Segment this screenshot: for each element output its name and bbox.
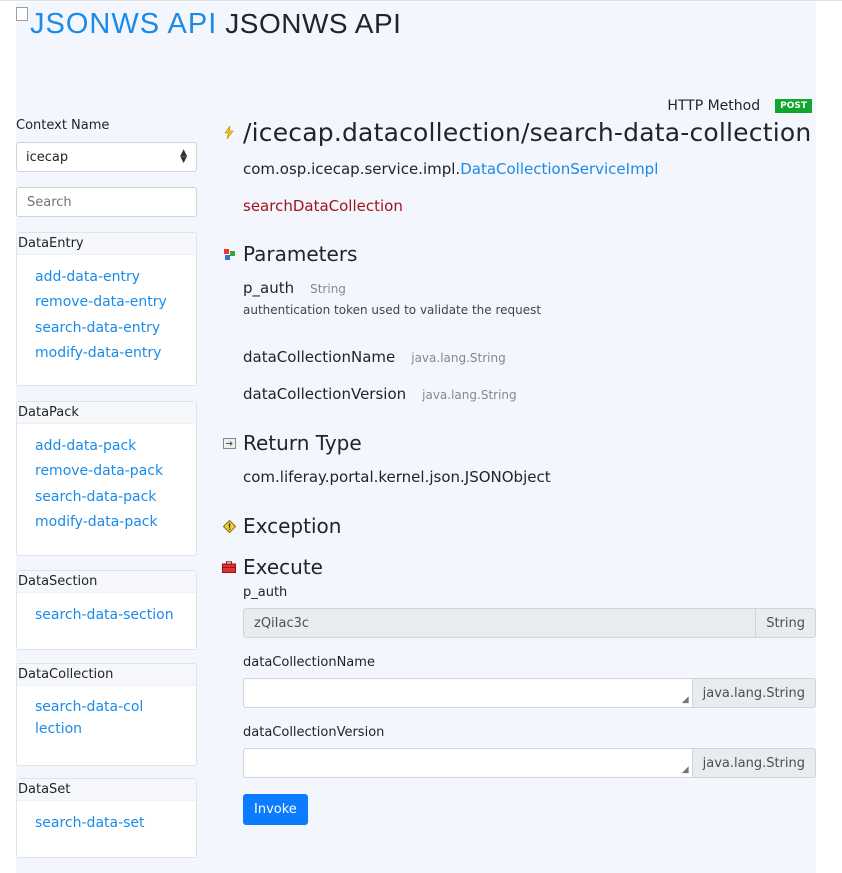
toolbox-icon <box>222 560 236 574</box>
post-badge: POST <box>775 99 812 113</box>
warning-icon <box>222 519 236 533</box>
form-label: dataCollectionVersion <box>243 725 385 740</box>
group-title: DataEntry <box>17 233 196 255</box>
method-link[interactable]: search-data-collection <box>35 696 145 740</box>
search-placeholder: Search <box>27 194 72 210</box>
resize-grip-icon[interactable]: ◢ <box>682 765 689 775</box>
group-card: DataCollection search-data-collection <box>16 663 197 766</box>
return-icon <box>222 436 236 450</box>
param-type: String <box>310 282 346 296</box>
method-link[interactable]: remove-data-entry <box>35 290 196 315</box>
group-card: DataSection search-data-section <box>16 570 197 650</box>
param-type: java.lang.String <box>411 351 506 365</box>
method-name: searchDataCollection <box>243 197 403 215</box>
collection-name-input-group: ◢ java.lang.String <box>243 678 816 708</box>
lightning-icon <box>222 126 236 140</box>
context-name-value: icecap <box>26 149 69 165</box>
exception-title: Exception <box>243 514 342 538</box>
collection-version-textarea[interactable]: ◢ <box>243 748 693 778</box>
method-link[interactable]: modify-data-entry <box>35 341 196 366</box>
exception-heading: Exception <box>222 514 341 538</box>
param-name: dataCollectionVersion <box>243 385 407 403</box>
class-name-link[interactable]: DataCollectionServiceImpl <box>460 160 658 178</box>
param-name: dataCollectionName <box>243 348 396 366</box>
header: JSONWS API JSONWS API <box>16 4 401 44</box>
invoke-button[interactable]: Invoke <box>243 794 308 825</box>
parameters-icon <box>222 247 236 261</box>
search-input[interactable]: Search <box>16 187 197 217</box>
sidebar: Context Name icecap ▲ ▼ Search DataEntry … <box>16 118 197 858</box>
method-heading: /icecap.datacollection/search-data-colle… <box>222 118 811 147</box>
param-description: authentication token used to validate th… <box>243 303 542 317</box>
group-title: DataSection <box>17 571 196 593</box>
method-link[interactable]: search-data-pack <box>35 485 196 510</box>
param-name: p_auth <box>243 279 295 297</box>
method-link[interactable]: search-data-entry <box>35 316 196 341</box>
context-name-select[interactable]: icecap ▲ ▼ <box>16 142 197 172</box>
logo-alt-text: JSONWS API <box>30 7 218 40</box>
form-label: dataCollectionName <box>243 655 375 670</box>
return-type-title: Return Type <box>243 431 362 455</box>
parameters-title: Parameters <box>243 242 358 266</box>
http-method-label: HTTP Method <box>667 98 761 114</box>
form-label: p_auth <box>243 585 288 600</box>
group-card: DataPack add-data-pack remove-data-pack … <box>16 401 197 556</box>
http-method: HTTP Method POST <box>667 98 812 114</box>
param-row: dataCollectionName java.lang.String <box>243 348 506 366</box>
execute-heading: Execute <box>222 555 323 579</box>
method-link[interactable]: search-data-section <box>35 603 196 628</box>
return-type-heading: Return Type <box>222 431 362 455</box>
parameters-heading: Parameters <box>222 242 357 266</box>
group-title: DataPack <box>17 402 196 424</box>
page-title: JSONWS API <box>225 8 402 39</box>
method-link[interactable]: add-data-entry <box>35 265 196 290</box>
resize-grip-icon[interactable]: ◢ <box>682 695 689 705</box>
param-type: java.lang.String <box>422 388 517 402</box>
collection-name-textarea[interactable]: ◢ <box>243 678 693 708</box>
group-card: DataSet search-data-set <box>16 778 197 858</box>
p-auth-value: zQiIac3c <box>254 615 310 631</box>
p-auth-input-group: zQiIac3c String <box>243 608 816 638</box>
field-type-addon: String <box>756 608 816 638</box>
service-class: com.osp.icecap.service.impl.DataCollecti… <box>243 160 658 178</box>
execute-title: Execute <box>243 555 323 579</box>
method-path: /icecap.datacollection/search-data-colle… <box>243 118 812 147</box>
return-type-value: com.liferay.portal.kernel.json.JSONObjec… <box>243 468 551 486</box>
logo-image[interactable]: JSONWS API <box>16 7 218 41</box>
class-package: com.osp.icecap.service.impl. <box>243 160 461 178</box>
group-title: DataSet <box>17 779 196 801</box>
method-link[interactable]: remove-data-pack <box>35 459 196 484</box>
method-link[interactable]: search-data-set <box>35 811 196 836</box>
p-auth-field[interactable]: zQiIac3c <box>243 608 757 638</box>
top-border <box>0 0 842 1</box>
field-type-addon: java.lang.String <box>692 678 816 708</box>
collection-version-input-group: ◢ java.lang.String <box>243 748 816 778</box>
field-type-addon: java.lang.String <box>692 748 816 778</box>
group-title: DataCollection <box>17 664 196 686</box>
param-row: p_auth String <box>243 279 346 297</box>
method-link[interactable]: add-data-pack <box>35 434 196 459</box>
method-link[interactable]: modify-data-pack <box>35 510 196 535</box>
param-row: dataCollectionVersion java.lang.String <box>243 385 517 403</box>
group-card: DataEntry add-data-entry remove-data-ent… <box>16 232 197 386</box>
broken-image-icon <box>16 7 28 21</box>
select-caret-icon: ▲ ▼ <box>180 148 187 165</box>
context-name-label: Context Name <box>16 118 110 133</box>
